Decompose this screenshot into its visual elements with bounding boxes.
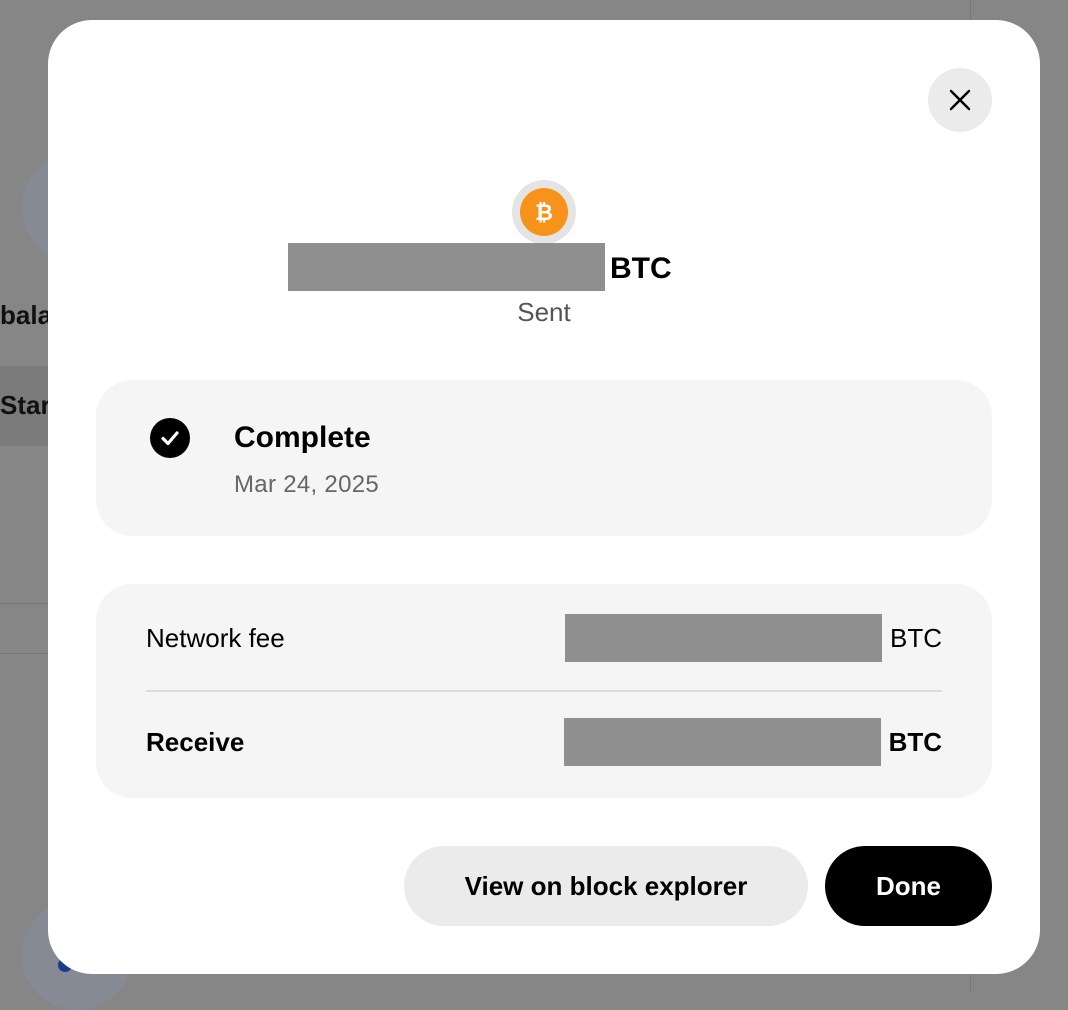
network-fee-unit: BTC	[890, 622, 942, 653]
details-divider	[146, 690, 942, 692]
view-on-block-explorer-button[interactable]: View on block explorer	[404, 846, 808, 926]
status-card: Complete Mar 24, 2025	[96, 380, 992, 536]
network-fee-redacted	[565, 614, 882, 662]
close-icon	[949, 89, 971, 111]
amount-value-redacted	[288, 243, 605, 291]
receive-row: Receive BTC	[146, 718, 942, 766]
transaction-direction: Sent	[517, 297, 571, 327]
bitcoin-symbol: ₿	[535, 201, 553, 225]
done-button[interactable]: Done	[825, 846, 992, 926]
close-button[interactable]	[928, 68, 992, 132]
receive-unit: BTC	[888, 726, 942, 757]
details-card: Network fee BTC Receive BTC	[96, 584, 992, 798]
amount: BTC	[288, 243, 672, 291]
bitcoin-icon: ₿	[520, 188, 568, 236]
background-balance-text: bala	[0, 300, 53, 330]
check-circle-icon	[150, 418, 190, 458]
status-date: Mar 24, 2025	[234, 471, 380, 498]
status-title: Complete	[234, 421, 371, 454]
network-fee-label: Network fee	[146, 623, 285, 653]
receive-redacted	[563, 718, 881, 766]
network-fee-value: BTC	[565, 614, 942, 662]
amount-unit: BTC	[610, 252, 672, 285]
network-fee-row: Network fee BTC	[146, 614, 942, 662]
receive-value: BTC	[563, 718, 942, 766]
coin-icon-ring: ₿	[512, 180, 576, 244]
background-start-text: Star	[0, 390, 51, 420]
transaction-detail-modal: ₿ BTC Sent Complete Mar 24, 2025 Network…	[48, 20, 1040, 974]
receive-label: Receive	[146, 727, 245, 757]
